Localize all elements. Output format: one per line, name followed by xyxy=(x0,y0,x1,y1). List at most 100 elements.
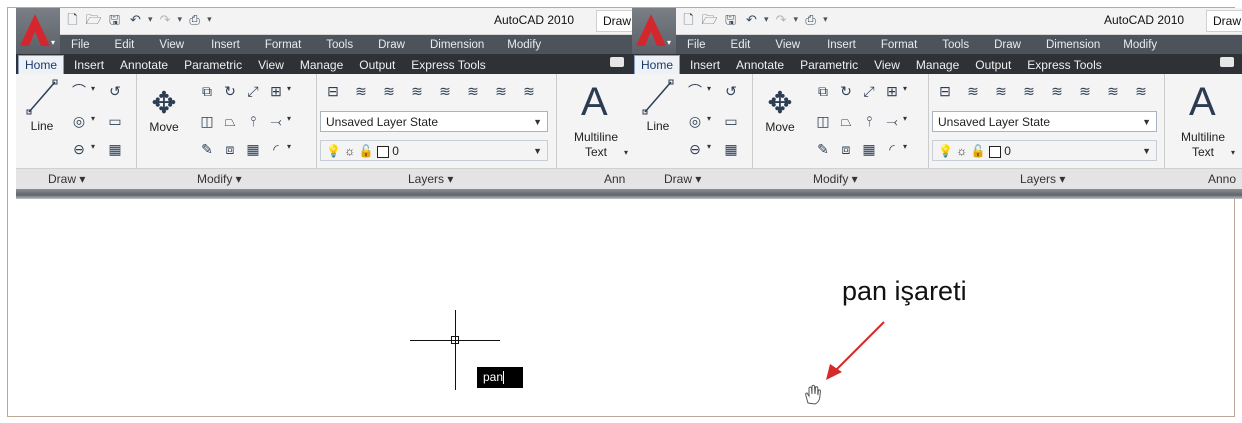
fillet-dropdown-icon[interactable]: ▾ xyxy=(287,142,291,151)
layer-off-icon[interactable]: ≋ xyxy=(1074,80,1096,102)
open-icon[interactable]: 🗁 xyxy=(85,11,102,28)
tab-express-tools[interactable]: Express Tools xyxy=(405,56,491,74)
tab-view[interactable]: View xyxy=(868,56,906,74)
erase-icon[interactable]: ✎ xyxy=(196,138,218,160)
mirror-icon[interactable]: ⫯ xyxy=(242,110,264,132)
panel-annotation[interactable]: Ann xyxy=(604,172,625,186)
polyline-icon[interactable]: ⌒ xyxy=(684,80,706,102)
tab-home[interactable]: Home xyxy=(18,55,65,74)
multiline-text-button[interactable]: Multiline Text xyxy=(1175,130,1231,160)
multiline-text-icon[interactable]: A xyxy=(1189,80,1216,125)
stretch-icon[interactable]: ◫ xyxy=(812,110,834,132)
menu-dimension[interactable]: Dimension xyxy=(1046,39,1100,51)
layer-dropdown[interactable]: 💡 ☼ 🔓 0 ▼ xyxy=(320,140,548,161)
polyline-dropdown-icon[interactable]: ▾ xyxy=(707,84,711,93)
polyline-dropdown-icon[interactable]: ▾ xyxy=(91,84,95,93)
plot-icon[interactable]: ⎙ xyxy=(802,11,819,28)
layer-state-dropdown[interactable]: Unsaved Layer State ▼ xyxy=(320,111,548,132)
rotate-icon[interactable]: ↻ xyxy=(835,80,857,102)
panel-modify[interactable]: Modify ▾ xyxy=(813,172,858,186)
save-icon[interactable]: 🖫 xyxy=(106,11,123,28)
dynamic-command-input[interactable]: pan xyxy=(477,367,523,388)
polyline-icon[interactable]: ⌒ xyxy=(68,80,90,102)
trim-dropdown-icon[interactable]: ▾ xyxy=(903,114,907,123)
layer-off-icon[interactable]: ≋ xyxy=(462,80,484,102)
layer-state-dropdown[interactable]: Unsaved Layer State ▼ xyxy=(932,111,1157,132)
application-menu-button[interactable]: ▾ xyxy=(16,8,60,54)
layer-freeze-icon[interactable]: ≋ xyxy=(1046,80,1068,102)
drawing-area[interactable] xyxy=(8,199,1234,415)
circle-dropdown-icon[interactable]: ▾ xyxy=(91,114,95,123)
erase-icon[interactable]: ✎ xyxy=(812,138,834,160)
menu-dimension[interactable]: Dimension xyxy=(430,39,484,51)
circle-dropdown-icon[interactable]: ▾ xyxy=(707,114,711,123)
menu-view[interactable]: View xyxy=(775,39,800,51)
rectangle-icon[interactable]: ▭ xyxy=(720,110,742,132)
menu-edit[interactable]: Edit xyxy=(731,39,751,51)
layer-freeze-icon[interactable]: ≋ xyxy=(434,80,456,102)
ellipse-icon[interactable]: ⊖ xyxy=(684,138,706,160)
array-icon[interactable]: ⊞ xyxy=(881,80,903,102)
tab-manage[interactable]: Manage xyxy=(910,56,965,74)
copy-icon[interactable]: ⧉ xyxy=(196,80,218,102)
hatch-icon[interactable]: ▦ xyxy=(720,138,742,160)
rectangle-icon[interactable]: ▭ xyxy=(104,110,126,132)
arc-icon[interactable]: ↺ xyxy=(720,80,742,102)
rotate-icon[interactable]: ↻ xyxy=(219,80,241,102)
undo-dropdown-icon[interactable]: ▾ xyxy=(148,14,153,25)
array-dropdown-icon[interactable]: ▾ xyxy=(287,84,291,93)
scale-icon[interactable]: ⤢ xyxy=(858,80,880,102)
new-icon[interactable]: 🗋 xyxy=(680,11,697,28)
menu-draw[interactable]: Draw xyxy=(378,39,405,51)
panel-layers[interactable]: Layers ▾ xyxy=(408,172,453,186)
fillet-icon[interactable]: ◜ xyxy=(881,138,903,160)
redo-dropdown-icon[interactable]: ▾ xyxy=(794,14,799,25)
tab-annotate[interactable]: Annotate xyxy=(730,56,790,74)
panel-draw[interactable]: Draw ▾ xyxy=(664,172,701,186)
drawing-tab[interactable]: Draw xyxy=(596,10,632,32)
minimize-ribbon-icon[interactable] xyxy=(610,57,624,67)
tab-annotate[interactable]: Annotate xyxy=(114,56,174,74)
tab-parametric[interactable]: Parametric xyxy=(178,56,248,74)
layer-unlock-icon[interactable]: ≋ xyxy=(1130,80,1152,102)
tab-insert[interactable]: Insert xyxy=(684,56,726,74)
minimize-ribbon-icon[interactable] xyxy=(1220,57,1234,67)
layer-unlock-icon[interactable]: ≋ xyxy=(518,80,540,102)
trim-icon[interactable]: ⤙ xyxy=(265,110,287,132)
layer-previous-icon[interactable]: ≋ xyxy=(990,80,1012,102)
undo-dropdown-icon[interactable]: ▾ xyxy=(764,14,769,25)
menu-tools[interactable]: Tools xyxy=(942,39,969,51)
layer-isolate-icon[interactable]: ≋ xyxy=(406,80,428,102)
tab-home[interactable]: Home xyxy=(634,55,681,74)
menu-format[interactable]: Format xyxy=(881,39,917,51)
menu-insert[interactable]: Insert xyxy=(211,39,240,51)
qat-customize-icon[interactable]: ▾ xyxy=(207,14,212,25)
tab-express-tools[interactable]: Express Tools xyxy=(1021,56,1107,74)
multiline-text-icon[interactable]: A xyxy=(581,80,608,125)
array-dropdown-icon[interactable]: ▾ xyxy=(903,84,907,93)
layer-properties-icon[interactable]: ⊟ xyxy=(934,80,956,102)
qat-customize-icon[interactable]: ▾ xyxy=(823,14,828,25)
tab-output[interactable]: Output xyxy=(353,56,401,74)
layer-dropdown[interactable]: 💡 ☼ 🔓 0 ▼ xyxy=(932,140,1157,161)
layer-previous-icon[interactable]: ≋ xyxy=(378,80,400,102)
menu-draw[interactable]: Draw xyxy=(994,39,1021,51)
stretch-icon[interactable]: ◫ xyxy=(196,110,218,132)
panel-layers[interactable]: Layers ▾ xyxy=(1020,172,1065,186)
offset-icon[interactable]: ⏢ xyxy=(219,110,241,132)
trim-dropdown-icon[interactable]: ▾ xyxy=(287,114,291,123)
explode-icon[interactable]: ⧈ xyxy=(219,138,241,160)
hatch-icon[interactable]: ▦ xyxy=(104,138,126,160)
menu-view[interactable]: View xyxy=(159,39,184,51)
circle-icon[interactable]: ◎ xyxy=(68,110,90,132)
application-menu-button[interactable]: ▾ xyxy=(632,8,676,54)
menu-insert[interactable]: Insert xyxy=(827,39,856,51)
tab-view[interactable]: View xyxy=(252,56,290,74)
layer-isolate-icon[interactable]: ≋ xyxy=(1018,80,1040,102)
layer-properties-icon[interactable]: ⊟ xyxy=(322,80,344,102)
circle-icon[interactable]: ◎ xyxy=(684,110,706,132)
offset-icon[interactable]: ⏢ xyxy=(835,110,857,132)
menu-edit[interactable]: Edit xyxy=(115,39,135,51)
plot-icon[interactable]: ⎙ xyxy=(186,11,203,28)
redo-icon[interactable]: ↷ xyxy=(157,11,174,28)
